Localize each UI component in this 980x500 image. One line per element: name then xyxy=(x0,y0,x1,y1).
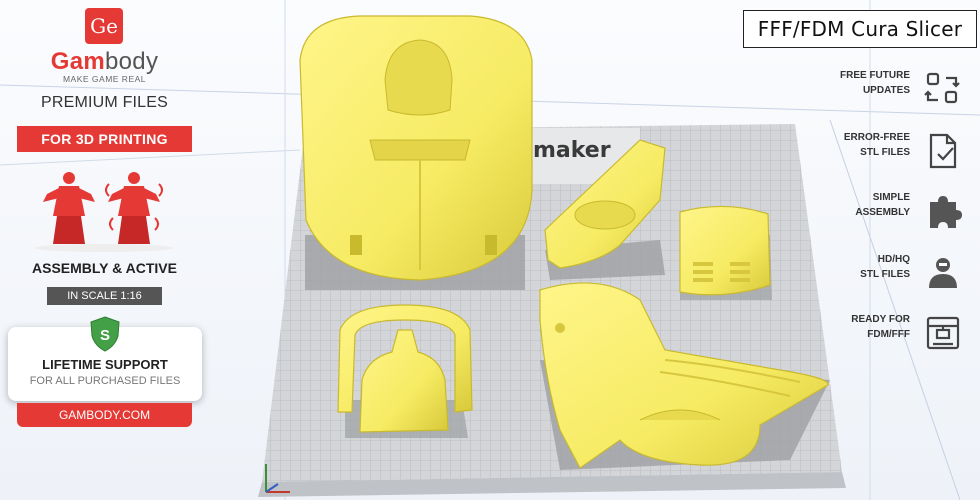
feature-label: HD/HQ STL FILES xyxy=(860,254,910,280)
feature-hd-files: HD/HQ STL FILES xyxy=(772,252,972,294)
scale-badge: IN SCALE 1:16 xyxy=(47,287,162,305)
refresh-icon xyxy=(924,72,960,104)
feature-ready-fdm: READY FOR FDM/FFF xyxy=(772,312,972,354)
premium-files-heading: PREMIUM FILES xyxy=(40,94,169,111)
file-check-icon xyxy=(929,133,957,169)
brand-logo-icon: Ge xyxy=(85,8,123,44)
puzzle-icon xyxy=(930,196,962,228)
shield-letter: S xyxy=(100,327,110,344)
axis-indicator xyxy=(265,464,290,493)
shield-icon: S xyxy=(90,316,120,352)
model-part-large-shell xyxy=(299,15,533,281)
feature-label: ERROR-FREE STL FILES xyxy=(843,132,910,158)
feature-error-free: ERROR-FREE STL FILES xyxy=(772,130,972,172)
feature-label: FREE FUTURE UPDATES xyxy=(840,70,910,96)
slicer-title-box: FFF/FDM Cura Slicer xyxy=(743,10,977,48)
brand-name-part1: Gam xyxy=(50,48,105,75)
feature-label: READY FOR FDM/FFF xyxy=(851,314,910,340)
feature-label: SIMPLE ASSEMBLY xyxy=(855,192,910,218)
slicer-title: FFF/FDM Cura Slicer xyxy=(757,17,963,41)
support-title: LIFETIME SUPPORT xyxy=(42,357,168,372)
for-3d-printing-banner: FOR 3D PRINTING xyxy=(17,126,192,152)
website-link[interactable]: GAMBODY.COM xyxy=(17,403,192,427)
feature-simple-assembly: SIMPLE ASSEMBLY xyxy=(772,190,972,232)
feature-free-updates: FREE FUTURE UPDATES xyxy=(772,68,972,110)
brand-name: Gambody xyxy=(17,48,192,76)
assembly-figures-illustration xyxy=(34,172,174,252)
model-part-front-plate xyxy=(679,205,771,296)
person-icon xyxy=(929,258,957,288)
brand-tagline: MAKE GAME REAL xyxy=(62,74,147,84)
printer-icon xyxy=(926,316,960,350)
printer-brand-logo: maker xyxy=(533,138,611,163)
assembly-active-label: ASSEMBLY & ACTIVE xyxy=(32,260,177,276)
support-subtitle: FOR ALL PURCHASED FILES xyxy=(29,375,181,387)
brand-name-part2: body xyxy=(105,48,159,75)
